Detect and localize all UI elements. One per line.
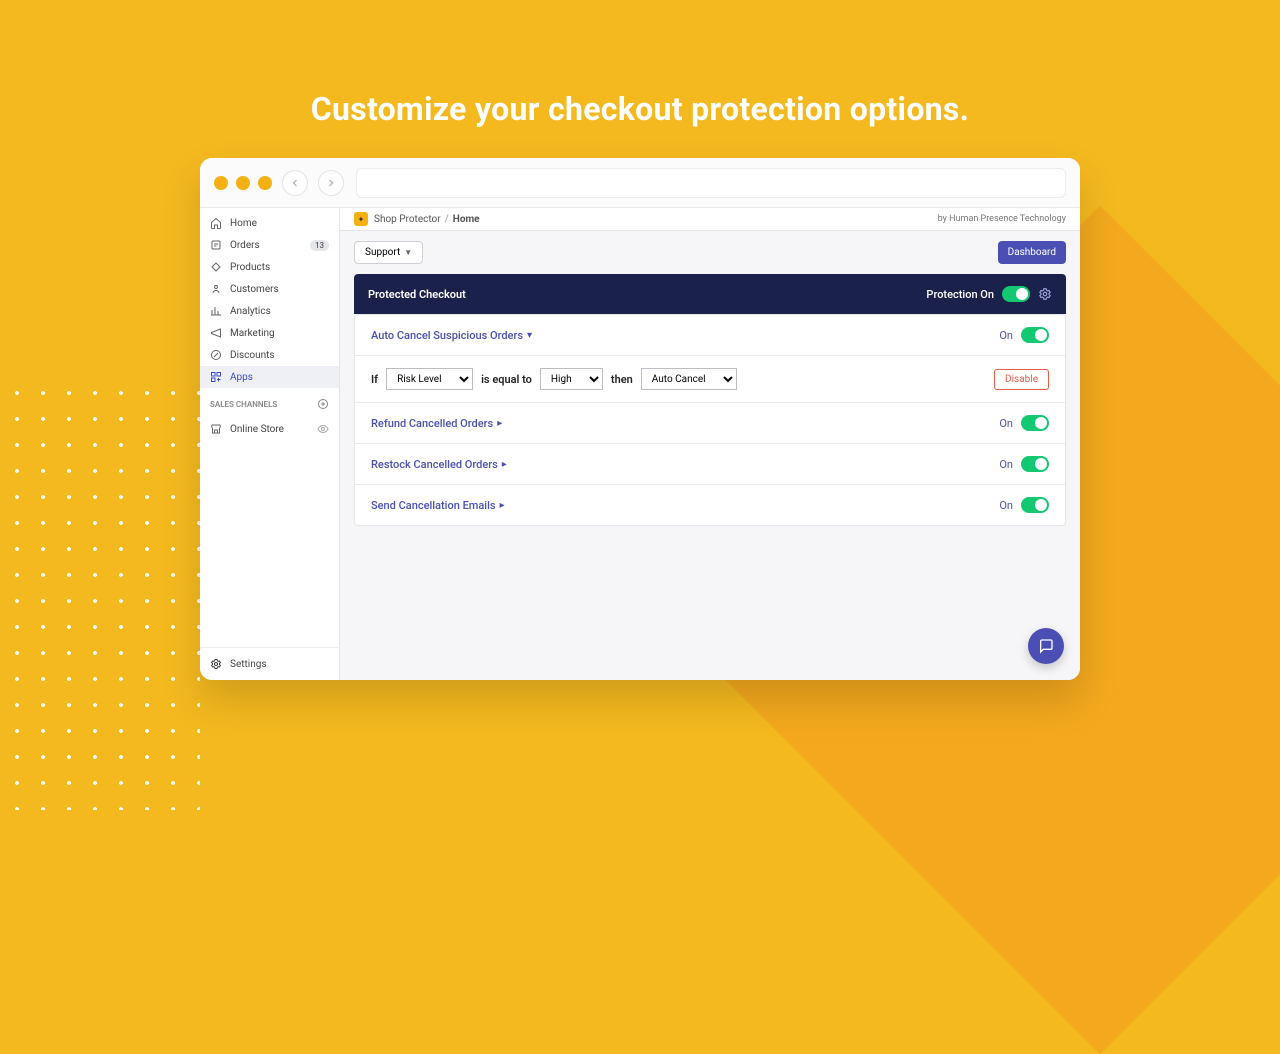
rule-then-label: then — [611, 373, 633, 386]
option-title: Send Cancellation Emails — [371, 499, 496, 512]
settings-label: Settings — [230, 659, 267, 670]
sales-channels-label: SALES CHANNELS — [200, 388, 339, 414]
option-send-cancellation-emails[interactable]: Send Cancellation Emails ▸ On — [355, 484, 1065, 525]
crumb-sep: / — [445, 214, 449, 225]
discounts-icon — [210, 349, 222, 361]
address-bar[interactable] — [356, 168, 1066, 198]
option-status: On — [999, 499, 1013, 512]
option-toggle[interactable] — [1021, 497, 1049, 513]
option-restock-cancelled[interactable]: Restock Cancelled Orders ▸ On — [355, 443, 1065, 484]
crumb-page: Home — [453, 214, 480, 225]
sidebar-item-settings[interactable]: Settings — [200, 647, 339, 680]
sidebar-item-label: Customers — [230, 284, 279, 295]
crumb-byline: by Human Presence Technology — [938, 214, 1066, 224]
apps-icon — [210, 371, 222, 383]
store-icon — [210, 423, 222, 435]
back-button[interactable] — [282, 170, 308, 196]
dashboard-button[interactable]: Dashboard — [998, 241, 1066, 264]
protection-status-label: Protection On — [926, 288, 994, 301]
channel-label: Online Store — [230, 424, 284, 435]
sidebar-item-label: Orders — [230, 240, 260, 251]
protection-toggle[interactable] — [1002, 286, 1030, 302]
analytics-icon — [210, 305, 222, 317]
marketing-icon — [210, 327, 222, 339]
sidebar-item-customers[interactable]: Customers — [200, 278, 339, 300]
sidebar-item-label: Analytics — [230, 306, 271, 317]
orders-icon — [210, 239, 222, 251]
sidebar-item-analytics[interactable]: Analytics — [200, 300, 339, 322]
option-auto-cancel[interactable]: Auto Cancel Suspicious Orders ▾ On — [355, 315, 1065, 355]
help-fab[interactable] — [1028, 628, 1064, 664]
sidebar-nav: Home Orders 13 Products Customers — [200, 208, 339, 388]
chevron-right-icon: ▸ — [500, 500, 505, 511]
rule-disable-button[interactable]: Disable — [994, 369, 1049, 390]
shop-protector-icon: ✦ — [354, 212, 368, 226]
products-icon — [210, 261, 222, 273]
decorative-dots — [0, 380, 200, 810]
option-toggle[interactable] — [1021, 456, 1049, 472]
browser-window: Home Orders 13 Products Customers — [200, 158, 1080, 680]
rule-row: If Risk Level is equal to High then Auto… — [355, 355, 1065, 402]
rule-operator-label: is equal to — [481, 373, 532, 386]
sidebar-item-products[interactable]: Products — [200, 256, 339, 278]
breadcrumb: ✦ Shop Protector / Home by Human Presenc… — [340, 208, 1080, 231]
sidebar-item-home[interactable]: Home — [200, 212, 339, 234]
toolbar: Support ▼ Dashboard — [340, 231, 1080, 274]
sidebar-item-label: Products — [230, 262, 270, 273]
option-toggle[interactable] — [1021, 415, 1049, 431]
rule-if-label: If — [371, 373, 378, 386]
option-title: Auto Cancel Suspicious Orders — [371, 329, 523, 342]
sidebar-item-orders[interactable]: Orders 13 — [200, 234, 339, 256]
option-status: On — [999, 417, 1013, 430]
option-status: On — [999, 458, 1013, 471]
option-title: Refund Cancelled Orders — [371, 417, 493, 430]
options-card: Auto Cancel Suspicious Orders ▾ On If Ri… — [354, 314, 1066, 526]
home-icon — [210, 217, 222, 229]
chevron-right-icon: ▸ — [502, 459, 507, 470]
sidebar-item-label: Apps — [230, 372, 253, 383]
sidebar-item-marketing[interactable]: Marketing — [200, 322, 339, 344]
browser-titlebar — [200, 158, 1080, 208]
customers-icon — [210, 283, 222, 295]
traffic-red[interactable] — [214, 176, 228, 190]
option-refund-cancelled[interactable]: Refund Cancelled Orders ▸ On — [355, 402, 1065, 443]
support-button[interactable]: Support ▼ — [354, 241, 423, 264]
chevron-down-icon: ▾ — [527, 330, 532, 341]
eye-icon[interactable] — [317, 423, 329, 435]
forward-button[interactable] — [318, 170, 344, 196]
gear-icon[interactable] — [1038, 287, 1052, 301]
rule-action-select[interactable]: Auto Cancel — [641, 368, 737, 390]
option-status: On — [999, 329, 1013, 342]
chevron-down-icon: ▼ — [404, 248, 412, 257]
crumb-app[interactable]: Shop Protector — [374, 214, 441, 225]
page-headline: Customize your checkout protection optio… — [0, 90, 1280, 128]
panel-header: Protected Checkout Protection On — [354, 274, 1066, 314]
sidebar-item-label: Discounts — [230, 350, 275, 361]
app-frame: Home Orders 13 Products Customers — [200, 208, 1080, 680]
option-title: Restock Cancelled Orders — [371, 458, 498, 471]
add-channel-icon[interactable] — [317, 398, 329, 410]
panel-title: Protected Checkout — [368, 288, 466, 301]
channel-online-store[interactable]: Online Store — [200, 418, 339, 440]
option-toggle[interactable] — [1021, 327, 1049, 343]
rule-field-select[interactable]: Risk Level — [386, 368, 473, 390]
sidebar: Home Orders 13 Products Customers — [200, 208, 340, 680]
sales-channels-list: Online Store — [200, 414, 339, 440]
orders-badge: 13 — [310, 240, 329, 251]
main-area: ✦ Shop Protector / Home by Human Presenc… — [340, 208, 1080, 680]
traffic-green[interactable] — [258, 176, 272, 190]
protection-panel: Protected Checkout Protection On Auto Ca… — [354, 274, 1066, 526]
traffic-lights — [214, 176, 272, 190]
sidebar-item-apps[interactable]: Apps — [200, 366, 339, 388]
traffic-yellow[interactable] — [236, 176, 250, 190]
sidebar-item-discounts[interactable]: Discounts — [200, 344, 339, 366]
sidebar-item-label: Marketing — [230, 328, 275, 339]
chevron-right-icon: ▸ — [497, 418, 502, 429]
sidebar-item-label: Home — [230, 218, 257, 229]
rule-value-select[interactable]: High — [540, 368, 603, 390]
gear-icon — [210, 658, 222, 670]
